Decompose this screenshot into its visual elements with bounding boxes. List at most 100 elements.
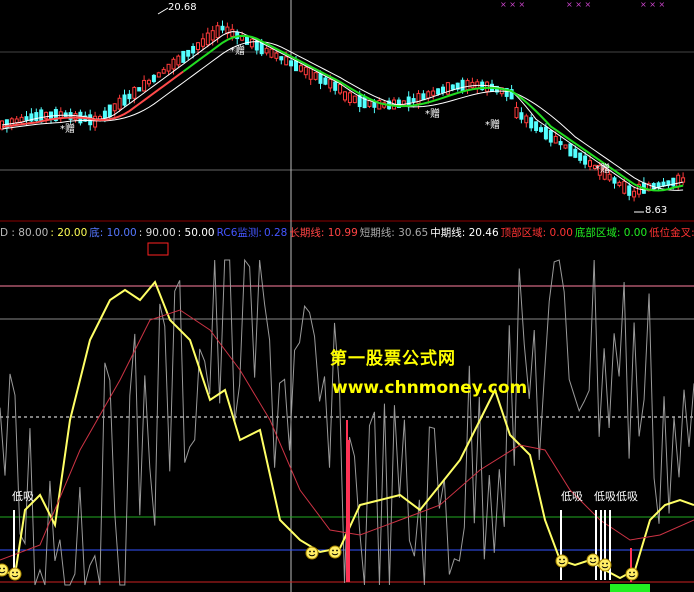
candle-body — [543, 126, 548, 140]
candle-body — [39, 109, 44, 123]
candle-body — [436, 88, 441, 95]
candle-body — [166, 63, 171, 72]
signal-low-absorb-1: 低吸 — [12, 490, 34, 503]
candle-body — [406, 96, 411, 107]
candle-body — [181, 50, 186, 63]
candle-body — [318, 73, 323, 84]
candle-body — [171, 58, 176, 70]
candle-body — [558, 141, 563, 146]
candle-body — [102, 110, 107, 119]
candle-body — [215, 25, 220, 39]
smiley-eye — [563, 558, 565, 561]
candle-body — [450, 84, 455, 90]
smiley-eye — [12, 571, 14, 574]
candle-body — [347, 92, 352, 104]
candle-body — [137, 87, 142, 92]
candle-body — [514, 106, 519, 119]
candle-body — [176, 55, 181, 66]
candle-body — [200, 38, 205, 47]
candle-body — [44, 111, 49, 119]
stock-chart-window: *赠 *赠 *赠 *赠 *赠 D : 80.00: 20.00 底: 10.00: 90.… — [0, 0, 694, 592]
price-signal-mark: *赠 — [425, 107, 440, 120]
candle-body — [132, 86, 137, 99]
price-signal-mark: *赠 — [60, 122, 75, 135]
candle-body — [254, 40, 259, 51]
candle-body — [426, 91, 431, 99]
bottom-zone-bar — [610, 584, 650, 592]
smiley-eye — [313, 550, 315, 553]
smiley-eye — [629, 571, 631, 574]
candle-body — [112, 103, 117, 112]
smiley-eye — [309, 550, 311, 553]
candle-body — [49, 111, 53, 119]
candle-body — [196, 42, 200, 51]
candle-body — [465, 80, 470, 91]
signal-low-absorb-2: 低吸 — [561, 490, 583, 503]
indicator-header-item: : 50.00 — [177, 227, 215, 239]
candle-body — [127, 93, 132, 100]
candle-body — [279, 56, 284, 61]
candle-body — [343, 91, 347, 101]
price-signal-mark: *赠 — [230, 44, 245, 57]
price-signal-mark: *赠 — [595, 162, 610, 175]
candle-body — [460, 79, 465, 92]
candle-body — [294, 60, 298, 72]
indicator-header-item: D : 80.00 — [0, 227, 49, 239]
stock-chart-canvas[interactable]: *赠 *赠 *赠 *赠 *赠 — [0, 0, 694, 592]
smiley-icon — [8, 567, 22, 581]
candle-body — [548, 130, 553, 143]
candle-body — [431, 90, 436, 96]
indicator-header-item: 长期线: 10.99 — [289, 227, 358, 239]
candle-body — [681, 177, 686, 183]
candle-body — [352, 95, 357, 104]
candle-body — [107, 104, 112, 118]
indicator-header-item: 低位金叉: 0.00 — [649, 227, 694, 239]
candle-body — [328, 78, 333, 89]
smiley-eye — [594, 557, 596, 560]
candle-body — [578, 152, 583, 161]
candle-body — [313, 72, 318, 80]
candle-body — [563, 144, 568, 149]
candle-body — [534, 121, 539, 131]
candle-body — [289, 60, 294, 67]
indicator-header-item: : 90.00 — [138, 227, 176, 239]
indicator-header-item: 短期线: 30.65 — [359, 227, 429, 239]
candle-body — [34, 112, 39, 122]
candle-body — [539, 127, 543, 132]
smiley-eye — [633, 571, 635, 574]
price-signal-mark: *赠 — [485, 118, 500, 131]
high-pointer — [157, 7, 169, 15]
price-high-label: 20.68 — [168, 2, 197, 13]
candle-body — [142, 79, 147, 92]
indicator-header-item: : 20.00 — [50, 227, 88, 239]
indicator-header-item: 中期线: 20.46 — [430, 227, 499, 239]
candle-body — [519, 112, 524, 120]
indicator-header: D : 80.00: 20.00 底: 10.00: 90.00: 50.00 RC… — [0, 226, 694, 240]
smiley-eye — [3, 567, 5, 570]
candle-body — [568, 143, 573, 157]
smiley-eye — [602, 562, 604, 565]
smiley-eye — [590, 557, 592, 560]
indicator-header-item: 底: 10.00 — [89, 227, 137, 239]
candle-body — [573, 148, 578, 158]
candle-body — [259, 42, 264, 55]
candle-body — [470, 81, 475, 89]
cross-marks-2: × × × — [566, 0, 592, 9]
candle-body — [14, 118, 19, 124]
signal-low-absorb-combo: 低吸低吸 — [594, 490, 638, 503]
smiley-eye — [559, 558, 561, 561]
candle-body — [411, 98, 416, 103]
candle-body — [553, 135, 558, 144]
candle-body — [151, 74, 156, 83]
candle-body — [24, 116, 29, 121]
indicator-selector-box — [147, 242, 169, 256]
candle-body — [186, 49, 191, 57]
candle-body — [617, 181, 622, 186]
candle-body — [156, 72, 161, 78]
candle-body — [524, 115, 529, 124]
candle-body — [161, 68, 166, 74]
smiley-icon — [305, 546, 319, 560]
candle-body — [612, 177, 617, 184]
candle-body — [588, 160, 592, 167]
cross-marks-3: × × × — [640, 0, 666, 9]
